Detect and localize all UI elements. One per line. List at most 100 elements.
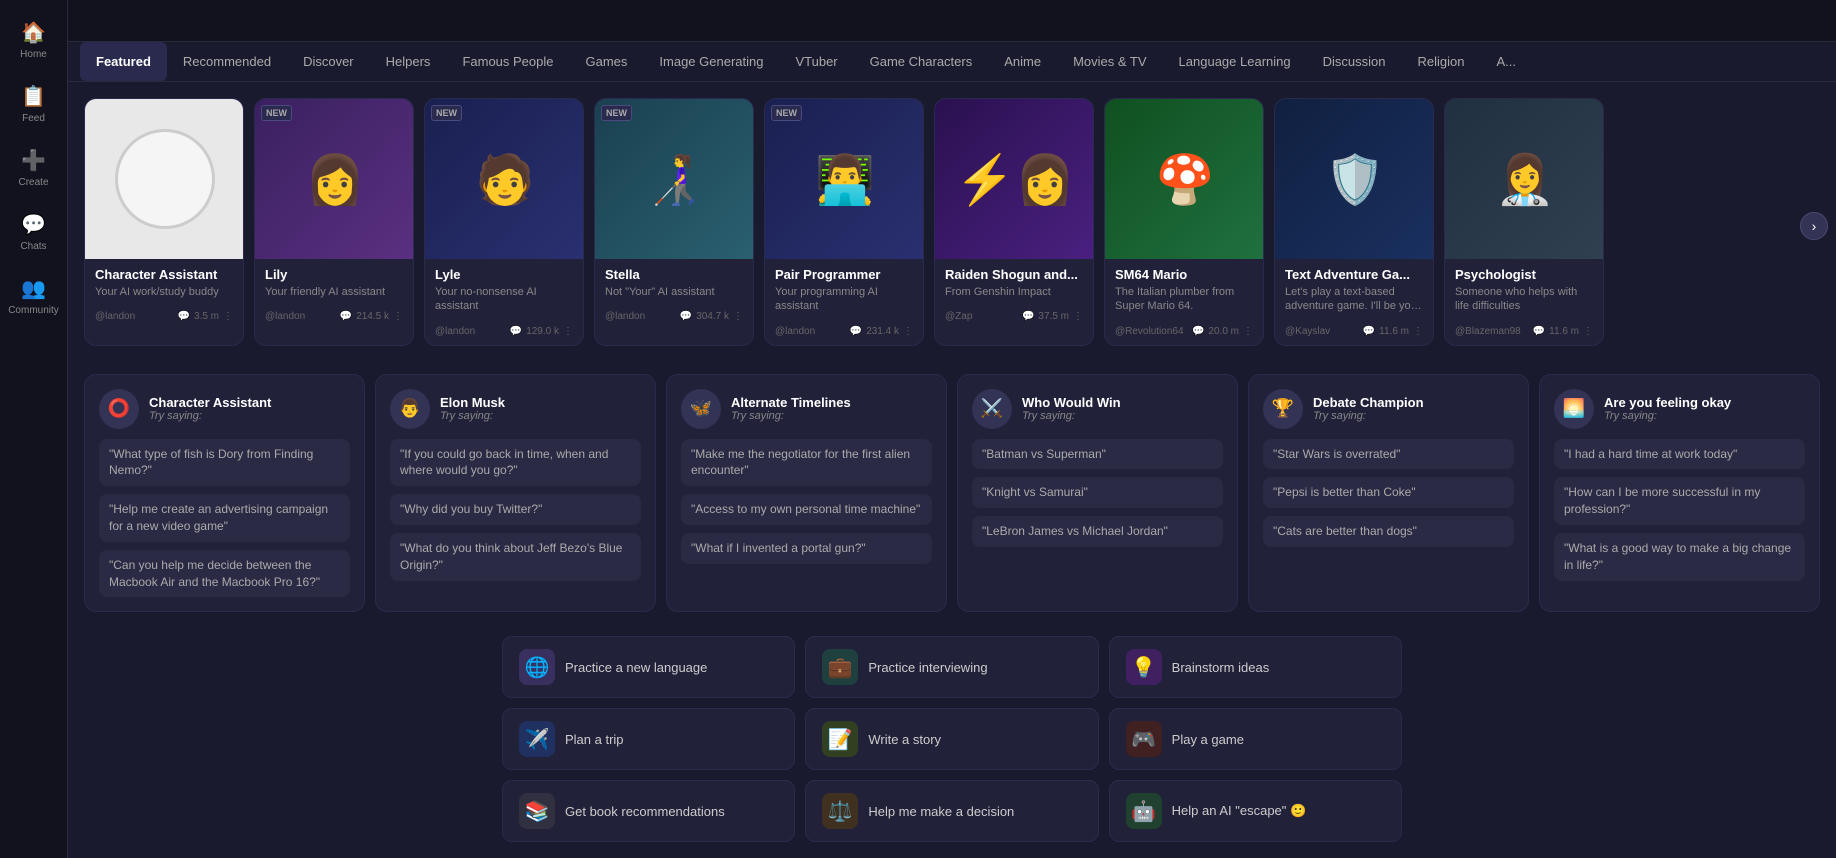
more-icon[interactable]: ⋮ [563, 326, 573, 337]
quick-actions: 🌐 Practice a new language 💼 Practice int… [502, 636, 1402, 842]
tab-discover[interactable]: Discover [287, 42, 370, 81]
more-icon[interactable]: ⋮ [1073, 311, 1083, 322]
ts-prompt[interactable]: "Make me the negotiator for the first al… [681, 439, 932, 487]
tab-featured[interactable]: Featured [80, 42, 167, 81]
ts-prompt[interactable]: "If you could go back in time, when and … [390, 439, 641, 487]
chat-icon: 💬 [1363, 326, 1375, 337]
try-saying-card-alternate-timelines-ts[interactable]: 🦋 Alternate Timelines Try saying: "Make … [666, 374, 947, 613]
try-saying-card-elon-musk-ts[interactable]: 👨 Elon Musk Try saying: "If you could go… [375, 374, 656, 613]
ts-prompts: "Star Wars is overrated" "Pepsi is bette… [1263, 439, 1514, 547]
try-saying-card-debate-champion-ts[interactable]: 🏆 Debate Champion Try saying: "Star Wars… [1248, 374, 1529, 613]
more-icon[interactable]: ⋮ [1583, 326, 1593, 337]
create-icon: ➕ [21, 148, 46, 173]
ts-prompt[interactable]: "Pepsi is better than Coke" [1263, 477, 1514, 508]
ts-header: ⭕ Character Assistant Try saying: [99, 389, 350, 429]
quick-action-qa-escape[interactable]: 🤖 Help an AI "escape" 🙂 [1109, 780, 1402, 842]
tab-game-chars[interactable]: Game Characters [854, 42, 989, 81]
ts-prompt[interactable]: "Batman vs Superman" [972, 439, 1223, 470]
ts-label: Try saying: [1022, 410, 1121, 422]
create-label: Create [18, 177, 48, 188]
character-card-pair-programmer[interactable]: 👨‍💻 NEW Pair Programmer Your programming… [764, 98, 924, 346]
ts-prompt[interactable]: "What if I invented a portal gun?" [681, 533, 932, 564]
card-info: Stella Not "Your" AI assistant [595, 259, 753, 307]
ts-name: Are you feeling okay [1604, 395, 1731, 410]
tab-helpers[interactable]: Helpers [370, 42, 447, 81]
ts-prompt[interactable]: "Help me create an advertising campaign … [99, 494, 350, 542]
ts-prompt[interactable]: "What type of fish is Dory from Finding … [99, 439, 350, 487]
new-badge: NEW [601, 105, 632, 121]
tab-language[interactable]: Language Learning [1163, 42, 1307, 81]
ts-avatar: ⭕ [99, 389, 139, 429]
character-card-raiden[interactable]: ⚡👩 Raiden Shogun and... From Genshin Imp… [934, 98, 1094, 346]
qa-label: Brainstorm ideas [1172, 660, 1270, 675]
quick-action-qa-game[interactable]: 🎮 Play a game [1109, 708, 1402, 770]
tab-discussion[interactable]: Discussion [1307, 42, 1402, 81]
sidebar-item-feed[interactable]: 📋 Feed [0, 76, 67, 132]
chat-icon: 💬 [340, 311, 352, 322]
ts-prompt[interactable]: "Why did you buy Twitter?" [390, 494, 641, 525]
next-arrow[interactable]: › [1800, 212, 1828, 240]
card-stats: 💬 214.5 k ⋮ [340, 311, 403, 322]
card-author: @Blazeman98 [1455, 326, 1521, 337]
tab-more[interactable]: A... [1480, 42, 1532, 81]
character-card-char-assistant[interactable]: Character Assistant Your AI work/study b… [84, 98, 244, 346]
tab-games[interactable]: Games [570, 42, 644, 81]
try-saying-card-char-assistant-ts[interactable]: ⭕ Character Assistant Try saying: "What … [84, 374, 365, 613]
ts-prompt[interactable]: "LeBron James vs Michael Jordan" [972, 516, 1223, 547]
quick-action-qa-story[interactable]: 📝 Write a story [805, 708, 1098, 770]
character-card-lyle[interactable]: 🧑 NEW Lyle Your no-nonsense AI assistant… [424, 98, 584, 346]
quick-action-qa-decision[interactable]: ⚖️ Help me make a decision [805, 780, 1098, 842]
quick-action-qa-language[interactable]: 🌐 Practice a new language [502, 636, 795, 698]
quick-action-qa-trip[interactable]: ✈️ Plan a trip [502, 708, 795, 770]
sidebar-item-chats[interactable]: 💬 Chats [0, 204, 67, 260]
character-card-mario[interactable]: 🍄 SM64 Mario The Italian plumber from Su… [1104, 98, 1264, 346]
chat-icon: 💬 [1533, 326, 1545, 337]
sidebar-item-create[interactable]: ➕ Create [0, 140, 67, 196]
ts-prompt[interactable]: "Cats are better than dogs" [1263, 516, 1514, 547]
character-card-lily[interactable]: 👩 NEW Lily Your friendly AI assistant @l… [254, 98, 414, 346]
ts-prompt[interactable]: "I had a hard time at work today" [1554, 439, 1805, 470]
try-saying-card-who-would-win-ts[interactable]: ⚔️ Who Would Win Try saying: "Batman vs … [957, 374, 1238, 613]
tab-image[interactable]: Image Generating [643, 42, 779, 81]
ts-prompt[interactable]: "Access to my own personal time machine" [681, 494, 932, 525]
tab-movies-tv[interactable]: Movies & TV [1057, 42, 1162, 81]
category-tabs: FeaturedRecommendedDiscoverHelpersFamous… [68, 42, 1836, 82]
sidebar: 🏠 Home 📋 Feed ➕ Create 💬 Chats 👥 Communi… [0, 0, 68, 858]
card-stats: 💬 37.5 m ⋮ [1022, 311, 1083, 322]
ts-prompt[interactable]: "Knight vs Samurai" [972, 477, 1223, 508]
ts-avatar: 🏆 [1263, 389, 1303, 429]
character-card-stella[interactable]: 👩‍🦯 NEW Stella Not "Your" AI assistant @… [594, 98, 754, 346]
top-banner [68, 0, 1836, 42]
qa-icon: 🎮 [1126, 721, 1162, 757]
tab-recommended[interactable]: Recommended [167, 42, 287, 81]
sidebar-item-community[interactable]: 👥 Community [0, 268, 67, 324]
more-icon[interactable]: ⋮ [393, 311, 403, 322]
character-card-text-adventure[interactable]: 🛡️ Text Adventure Ga... Let's play a tex… [1274, 98, 1434, 346]
more-icon[interactable]: ⋮ [733, 311, 743, 322]
ts-prompt[interactable]: "How can I be more successful in my prof… [1554, 477, 1805, 525]
ts-prompt[interactable]: "Star Wars is overrated" [1263, 439, 1514, 470]
ts-prompt[interactable]: "What is a good way to make a big change… [1554, 533, 1805, 581]
chat-icon: 💬 [1192, 326, 1204, 337]
more-icon[interactable]: ⋮ [1243, 326, 1253, 337]
ts-prompt[interactable]: "What do you think about Jeff Bezo's Blu… [390, 533, 641, 581]
more-icon[interactable]: ⋮ [903, 326, 913, 337]
more-icon[interactable]: ⋮ [1413, 326, 1423, 337]
card-name: Stella [605, 267, 743, 282]
tab-vtuber[interactable]: VTuber [779, 42, 853, 81]
try-saying-card-feeling-okay-ts[interactable]: 🌅 Are you feeling okay Try saying: "I ha… [1539, 374, 1820, 613]
tab-anime[interactable]: Anime [988, 42, 1057, 81]
character-cards-row: Character Assistant Your AI work/study b… [84, 98, 1820, 354]
quick-action-qa-interview[interactable]: 💼 Practice interviewing [805, 636, 1098, 698]
new-badge: NEW [771, 105, 802, 121]
qa-label: Practice a new language [565, 660, 707, 675]
more-icon[interactable]: ⋮ [223, 311, 233, 322]
quick-action-qa-books[interactable]: 📚 Get book recommendations [502, 780, 795, 842]
tab-religion[interactable]: Religion [1401, 42, 1480, 81]
ts-prompt[interactable]: "Can you help me decide between the Macb… [99, 550, 350, 598]
sidebar-item-home[interactable]: 🏠 Home [0, 12, 67, 68]
quick-action-qa-brainstorm[interactable]: 💡 Brainstorm ideas [1109, 636, 1402, 698]
character-card-psychologist[interactable]: 👩‍⚕️ Psychologist Someone who helps with… [1444, 98, 1604, 346]
card-info: Text Adventure Ga... Let's play a text-b… [1275, 259, 1433, 322]
tab-famous[interactable]: Famous People [446, 42, 569, 81]
